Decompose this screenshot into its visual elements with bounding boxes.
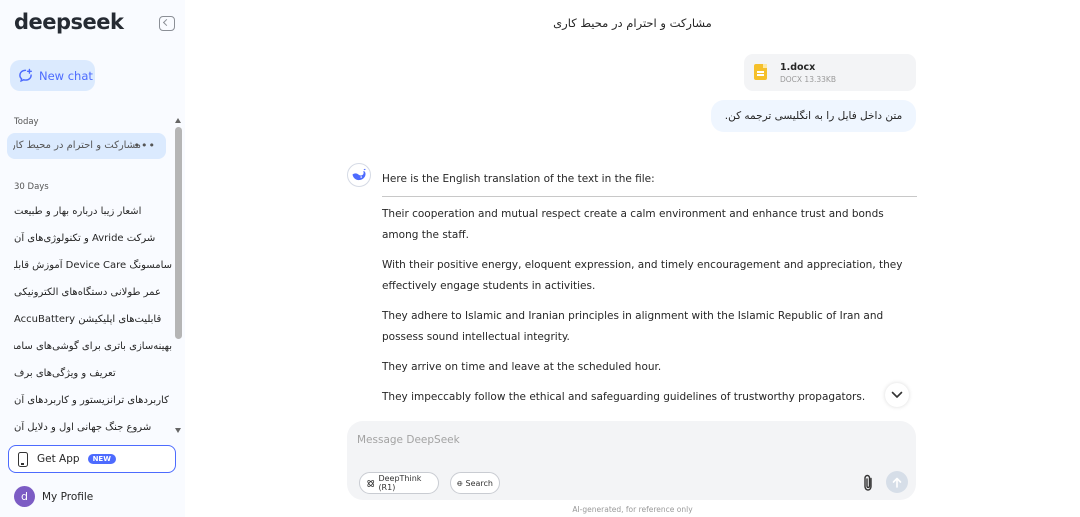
collapse-sidebar-icon[interactable] <box>159 16 175 31</box>
new-chat-label: New chat <box>39 68 93 83</box>
new-chat-button[interactable]: New chat <box>10 60 95 91</box>
file-attachment-card[interactable]: 1.docx DOCX 13.33KB <box>744 54 916 91</box>
chat-item[interactable]: بهینه‌سازی باتری برای گوشی‌های سامسونگ <box>14 340 172 354</box>
page-title: مشارکت و احترام در محیط کاری <box>553 16 712 30</box>
profile-label: My Profile <box>42 490 94 503</box>
globe-icon <box>457 480 463 486</box>
divider <box>382 196 917 197</box>
sidebar: deepseek New chat Today مشارکت و احترام … <box>0 0 185 517</box>
new-badge: NEW <box>87 454 116 464</box>
chevron-down-icon <box>891 391 903 398</box>
section-30-days: 30 Days <box>14 182 49 192</box>
ai-response-paragraph: They arrive on time and leave at the sch… <box>382 361 662 373</box>
scroll-down-arrow-icon[interactable] <box>175 428 181 433</box>
ai-response-paragraph: With their positive energy, eloquent exp… <box>382 259 903 292</box>
docx-file-icon <box>754 64 767 80</box>
phone-icon <box>18 451 28 467</box>
profile-button[interactable]: d My Profile <box>14 486 93 507</box>
ai-response-intro: Here is the English translation of the t… <box>382 173 655 185</box>
atom-icon <box>367 479 375 487</box>
search-toggle[interactable]: Search <box>450 472 500 494</box>
chat-item-label: مشارکت و احترام در محیط کاری <box>13 140 141 151</box>
deepseek-whale-icon <box>347 163 371 187</box>
file-name: 1.docx <box>780 62 816 73</box>
sidebar-scrollbar[interactable] <box>175 127 182 339</box>
deepthink-label: DeepThink (R1) <box>378 474 422 492</box>
paperclip-icon[interactable] <box>859 473 877 493</box>
send-button[interactable] <box>886 471 908 493</box>
chat-item[interactable]: اشعار زیبا درباره بهار و طبیعت <box>14 205 172 219</box>
more-options-icon[interactable]: ••• <box>134 133 156 159</box>
ai-response-paragraph: Their cooperation and mutual respect cre… <box>382 208 884 241</box>
new-chat-icon <box>19 68 33 83</box>
chat-item[interactable]: کاربردهای ترانزیستور و کاربردهای آن <box>14 394 172 408</box>
disclaimer-note: AI-generated, for reference only <box>572 505 693 514</box>
arrow-up-icon <box>892 477 902 488</box>
get-app-button[interactable]: Get App NEW <box>8 445 176 473</box>
chat-item[interactable]: تعریف و ویژگی‌های برف <box>14 367 172 381</box>
chat-item[interactable]: سامسونگ Device Care آموزش قابلیت <box>14 259 172 273</box>
message-input[interactable] <box>357 431 897 449</box>
user-message: متن داخل فایل را به انگلیسی ترجمه کن. <box>711 100 916 132</box>
chat-item[interactable]: قابلیت‌های اپلیکیشن AccuBattery <box>14 313 172 327</box>
scroll-to-bottom-button[interactable] <box>885 383 909 407</box>
chat-item-active[interactable]: مشارکت و احترام در محیط کاری ••• <box>7 133 166 159</box>
search-label: Search <box>465 478 493 488</box>
get-app-label: Get App <box>37 453 80 465</box>
ai-response: Here is the English translation of the t… <box>382 169 917 417</box>
chat-item[interactable]: عمر طولانی دستگاه‌های الکترونیکی <box>14 286 172 300</box>
file-meta: DOCX 13.33KB <box>780 75 836 84</box>
ai-response-paragraph: They adhere to Islamic and Iranian princ… <box>382 310 884 343</box>
section-today: Today <box>14 117 39 127</box>
scroll-up-arrow-icon[interactable] <box>175 118 181 123</box>
deepthink-toggle[interactable]: DeepThink (R1) <box>359 472 439 494</box>
message-composer: DeepThink (R1) Search <box>347 421 916 500</box>
deepseek-logo: deepseek <box>14 10 124 34</box>
ai-response-paragraph: They impeccably follow the ethical and s… <box>382 391 866 403</box>
chat-item[interactable]: شرکت Avride و تکنولوژی‌های آن <box>14 232 172 246</box>
avatar: d <box>14 486 35 507</box>
chat-item[interactable]: شروع جنگ جهانی اول و دلایل آن <box>14 421 172 435</box>
